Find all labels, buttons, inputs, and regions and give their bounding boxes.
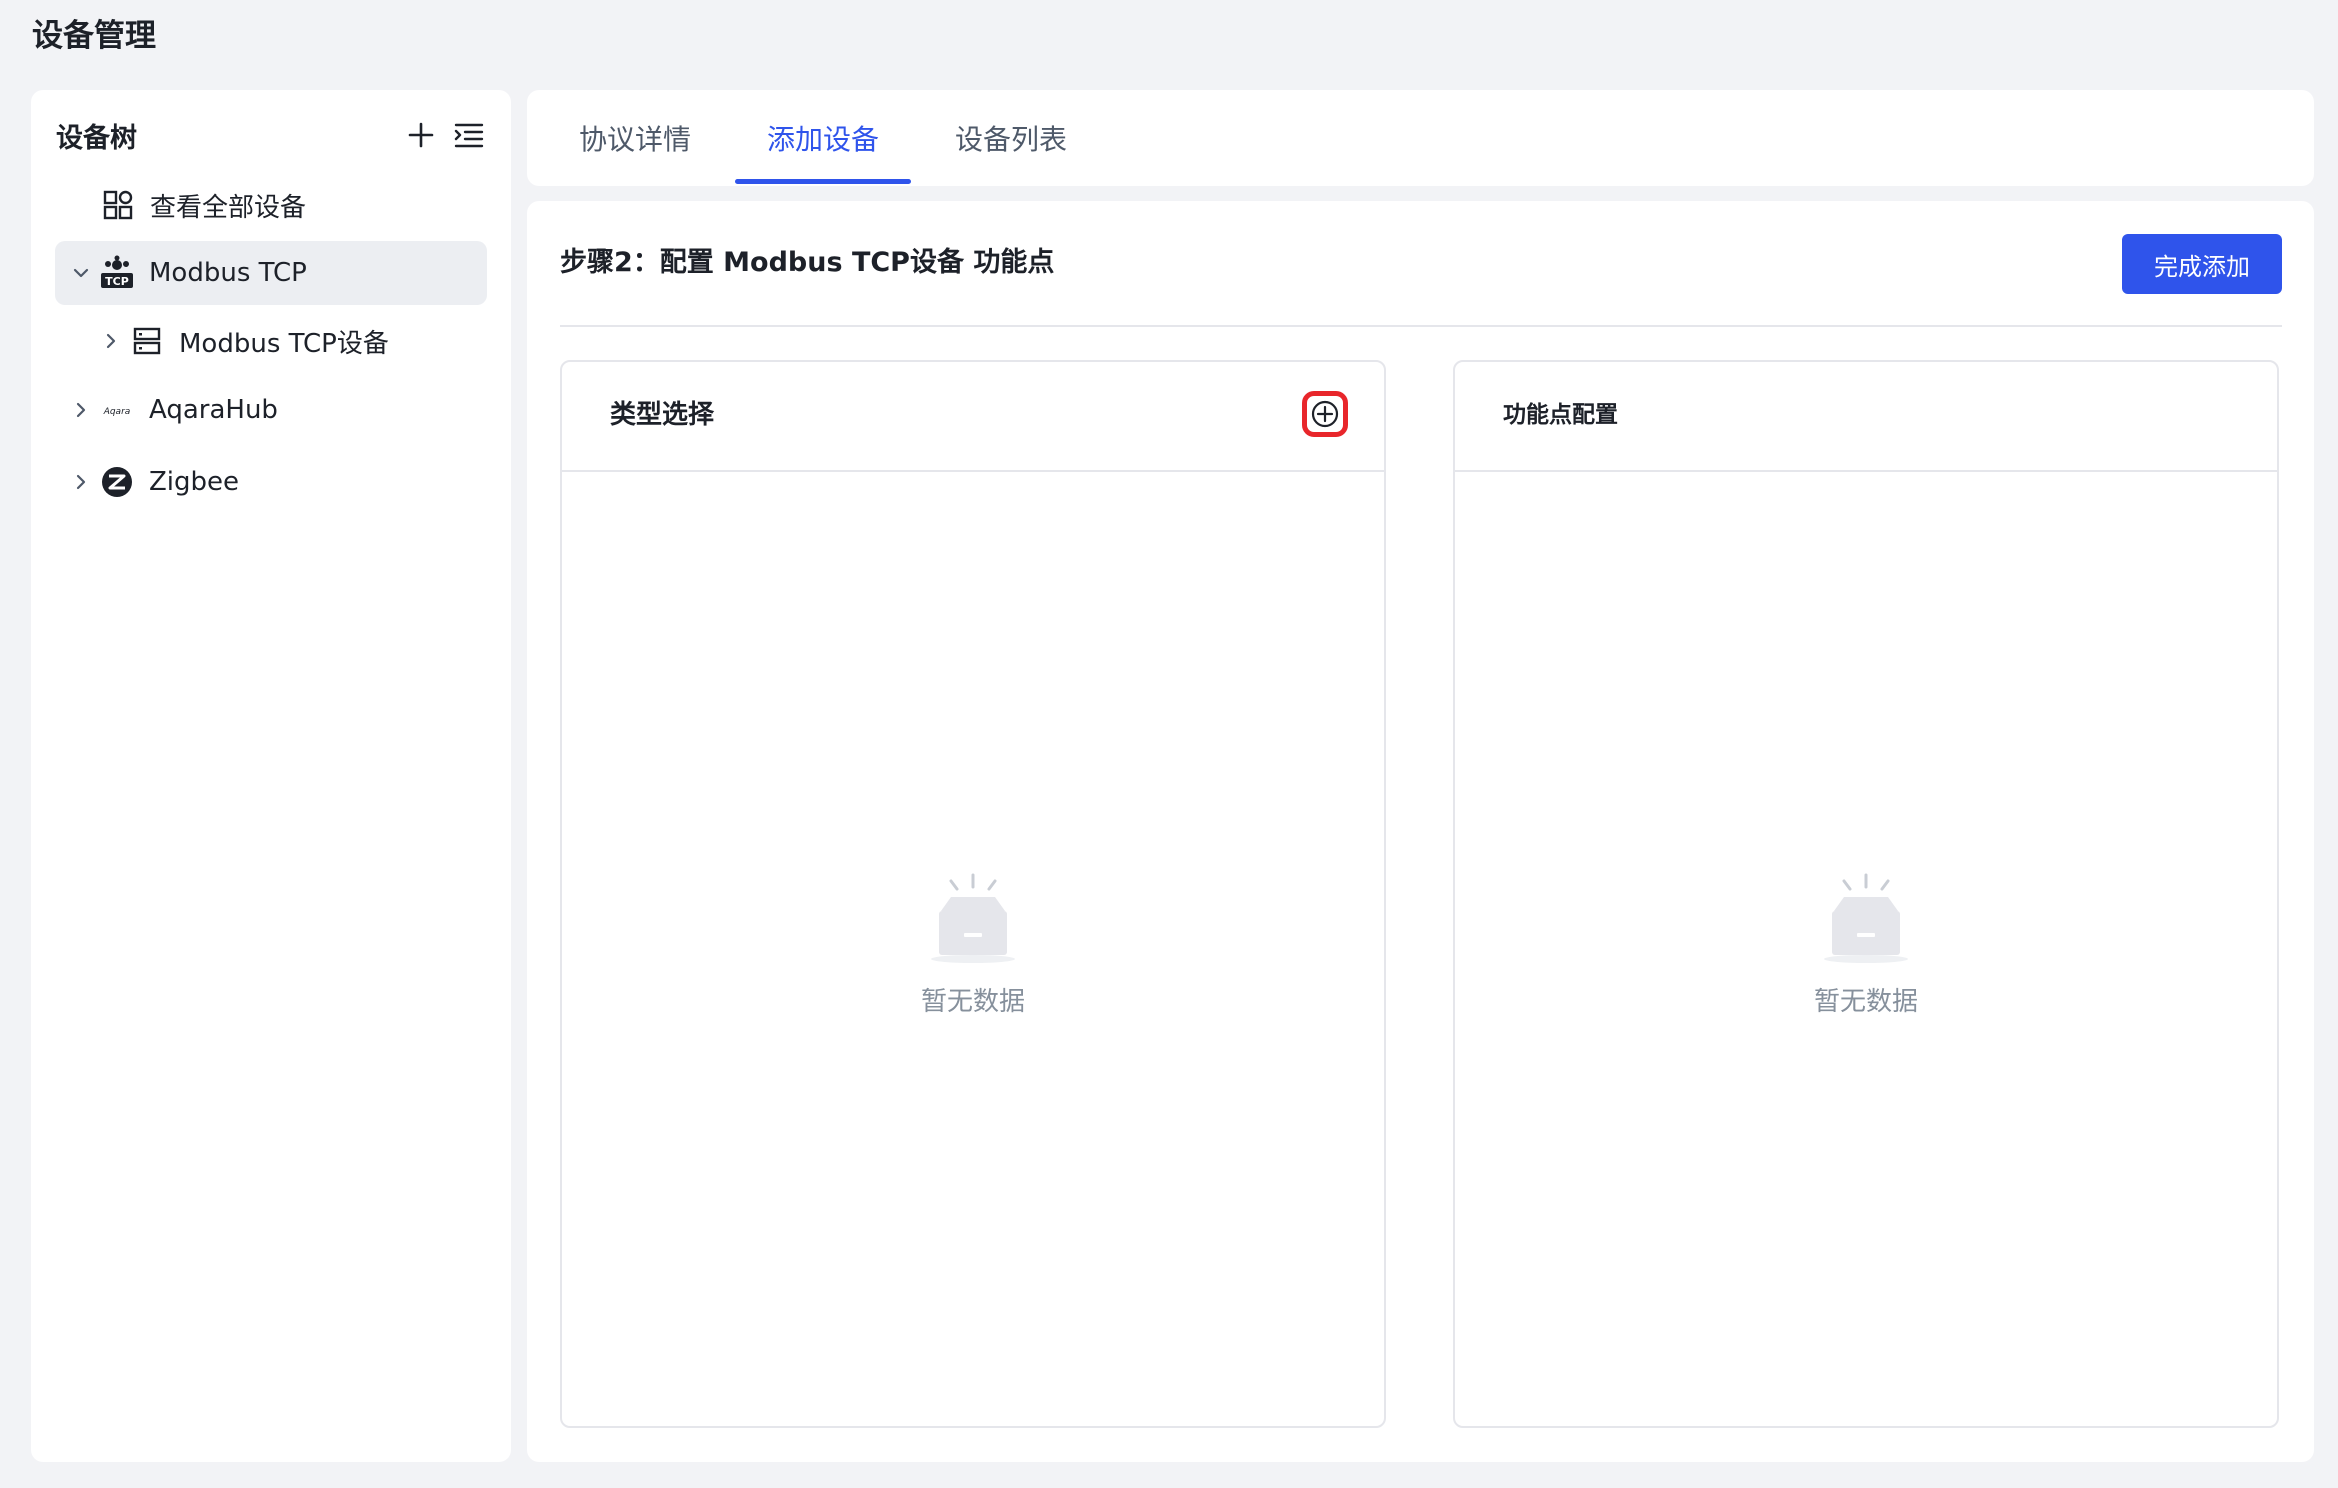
active-tab-indicator [735, 179, 911, 184]
empty-state: 暂无数据 [562, 867, 1384, 1018]
panel-title: 功能点配置 [1503, 402, 1618, 428]
indent-list-icon [454, 123, 484, 148]
chevron-down-icon[interactable] [63, 255, 99, 291]
tree-item-label: Zigbee [149, 467, 240, 497]
finish-add-button[interactable]: 完成添加 [2122, 234, 2282, 294]
chevron-right-icon[interactable] [93, 323, 129, 359]
tree-item-label: 查看全部设备 [150, 192, 307, 223]
tree-item-all-devices[interactable]: 查看全部设备 [55, 173, 487, 237]
add-type-button[interactable] [1302, 391, 1348, 437]
function-point-config-panel: 功能点配置 暂无数据 [1453, 360, 2279, 1428]
add-device-panel: 步骤2：配置 Modbus TCP设备 功能点 完成添加 类型选择 暂无数据 功… [527, 201, 2314, 1462]
tree-item-modbus-tcp-device[interactable]: Modbus TCP设备 [55, 309, 487, 373]
modbus-tcp-icon: TCP [99, 255, 135, 291]
aqara-logo-text: Aqara [103, 407, 131, 417]
device-tree-title: 设备树 [56, 122, 137, 154]
tree-item-label: AqaraHub [149, 395, 278, 425]
tcp-badge-text: TCP [105, 275, 129, 288]
page-title: 设备管理 [32, 18, 156, 54]
divider [560, 325, 2282, 327]
grid-icon [100, 187, 136, 223]
panel-header: 功能点配置 [1455, 362, 2277, 472]
empty-state: 暂无数据 [1455, 867, 2277, 1018]
empty-box-icon [931, 873, 1015, 963]
tree-item-modbus-tcp[interactable]: TCP Modbus TCP [55, 241, 487, 305]
step-title: 步骤2：配置 Modbus TCP设备 功能点 [560, 247, 1055, 278]
panel-header: 类型选择 [562, 362, 1384, 472]
type-selection-panel: 类型选择 暂无数据 [560, 360, 1386, 1428]
empty-state-text: 暂无数据 [920, 987, 1025, 1017]
panel-title: 类型选择 [610, 400, 715, 430]
tree-item-aqarahub[interactable]: Aqara AqaraHub [55, 378, 487, 442]
add-node-button[interactable] [401, 115, 441, 155]
device-tree-panel: 设备树 查看全部设备 TCP Modbus TCP Modbus TCP设备 A… [31, 90, 511, 1462]
tab-protocol-details[interactable]: 协议详情 [557, 90, 713, 186]
tab-device-list[interactable]: 设备列表 [933, 90, 1089, 186]
server-icon [129, 323, 165, 359]
aqara-logo-icon: Aqara [99, 392, 135, 428]
empty-state-text: 暂无数据 [1813, 987, 1918, 1017]
tree-item-zigbee[interactable]: Zigbee [55, 450, 487, 514]
collapse-tree-button[interactable] [449, 115, 489, 155]
plus-circle-icon [1311, 400, 1339, 428]
plus-icon [408, 122, 434, 148]
tree-item-label: Modbus TCP设备 [179, 328, 389, 359]
zigbee-icon [99, 464, 135, 500]
tab-bar: 协议详情 添加设备 设备列表 [527, 90, 2314, 186]
chevron-right-icon[interactable] [63, 464, 99, 500]
tree-item-label: Modbus TCP [149, 258, 307, 288]
empty-box-icon [1824, 873, 1908, 963]
chevron-right-icon[interactable] [63, 392, 99, 428]
tab-add-device[interactable]: 添加设备 [735, 90, 911, 186]
device-tree-header: 设备树 [56, 110, 489, 160]
